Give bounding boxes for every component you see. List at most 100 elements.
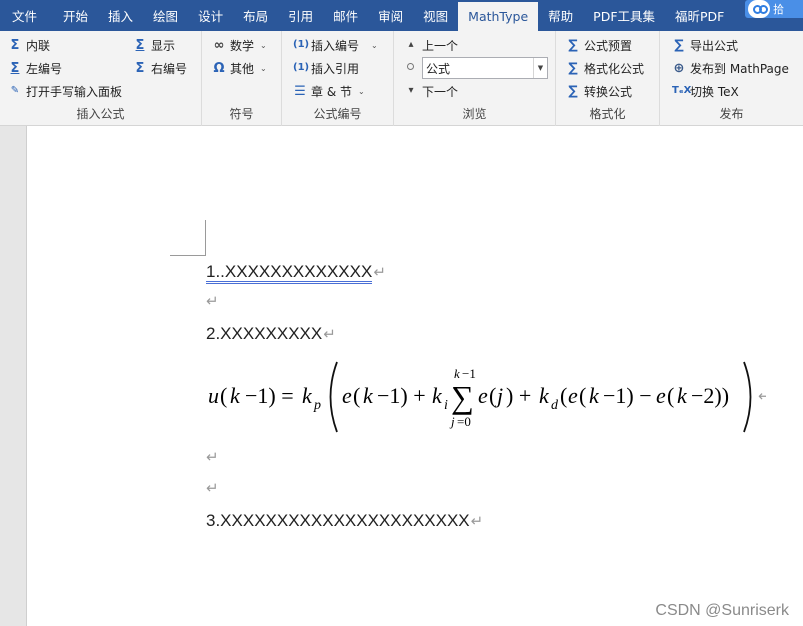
tab-view[interactable]: 视图 <box>413 0 458 31</box>
chevron-down-icon: ⌄ <box>358 86 365 96</box>
chevron-down-icon[interactable]: ▼ <box>533 58 547 78</box>
sigma-left-number-icon: Σ <box>10 60 20 76</box>
svg-text:−1) −: −1) − <box>603 383 652 408</box>
tab-mathtype[interactable]: MathType <box>458 2 539 31</box>
ribbon: Σ 内联 Σ 左编号 ✎ 打开手写输入面板 Σ 显示 Σ 右编号 插入公式 ∞ … <box>0 31 803 126</box>
left-numbered-label: 左编号 <box>26 61 63 76</box>
omega-icon: Ω <box>213 60 225 76</box>
cloud-icon <box>748 0 770 18</box>
list-icon: ☰ <box>294 83 306 99</box>
svg-text:k: k <box>230 383 241 408</box>
group-symbols: ∞ 数学 ⌄ Ω 其他 ⌄ 符号 <box>202 31 282 126</box>
chevron-down-icon: ⌄ <box>260 40 267 50</box>
svg-text:e: e <box>478 383 488 408</box>
handwriting-button[interactable]: ✎ 打开手写输入面板 <box>8 81 122 101</box>
other-symbols-dropdown[interactable]: Ω 其他 ⌄ <box>212 58 266 78</box>
convert-formula-icon: ∑ <box>568 83 578 99</box>
previous-label: 上一个 <box>422 38 459 53</box>
paragraph-3[interactable]: 3.XXXXXXXXXXXXXXXXXXXXXX↵ <box>206 511 483 531</box>
cloud-badge[interactable]: 拾 <box>745 0 803 18</box>
tab-review[interactable]: 审阅 <box>368 0 413 31</box>
tab-insert[interactable]: 插入 <box>98 0 143 31</box>
display-label: 显示 <box>151 38 176 53</box>
svg-text:(: ( <box>353 383 360 408</box>
pen-icon: ✎ <box>10 85 20 96</box>
previous-button[interactable]: ▴ 上一个 <box>404 35 458 55</box>
tab-file[interactable]: 文件 <box>0 0 53 31</box>
tab-references[interactable]: 引用 <box>278 0 323 31</box>
group-format: ∑ 公式预置 ∑ 格式化公式 ∑ 转换公式 格式化 <box>556 31 660 126</box>
vertical-ruler <box>0 126 26 626</box>
chapter-section-dropdown[interactable]: ☰ 章 & 节 ⌄ <box>293 81 365 101</box>
insert-number-dropdown[interactable]: (1) 插入编号 ⌄ <box>293 35 378 55</box>
svg-text:j: j <box>449 414 455 429</box>
group-publish: ∑ 导出公式 ⊕ 发布到 MathPage TₑX 切换 TeX 发布 <box>660 31 803 126</box>
svg-text:∑: ∑ <box>451 379 474 415</box>
group-formula-number: (1) 插入编号 ⌄ (1) 插入引用 ☰ 章 & 节 ⌄ 公式编号 <box>282 31 394 126</box>
right-numbered-label: 右编号 <box>151 61 188 76</box>
svg-text:−2)): −2)) <box>691 383 729 408</box>
group-label-insert-formula: 插入公式 <box>76 107 125 121</box>
tab-design[interactable]: 设计 <box>188 0 233 31</box>
tab-pdf-tools[interactable]: PDF工具集 <box>583 0 665 31</box>
number-icon: (1) <box>293 39 310 50</box>
inline-button[interactable]: Σ 内联 <box>8 35 50 55</box>
formula-preset-label: 公式预置 <box>584 38 633 53</box>
tab-layout[interactable]: 布局 <box>233 0 278 31</box>
svg-text:(: ( <box>489 383 496 408</box>
empty-paragraph-mark: ↵ <box>206 480 219 497</box>
math-symbols-label: 数学 <box>230 38 255 53</box>
group-label-browse: 浏览 <box>462 107 487 121</box>
insert-number-label: 插入编号 <box>311 38 360 53</box>
toggle-tex-button[interactable]: TₑX 切换 TeX <box>672 81 739 101</box>
export-icon: ∑ <box>674 37 684 53</box>
format-formula-label: 格式化公式 <box>584 61 645 76</box>
browse-type-select[interactable]: 公式 ▼ <box>422 57 548 79</box>
left-numbered-button[interactable]: Σ 左编号 <box>8 58 62 78</box>
tab-draw[interactable]: 绘图 <box>143 0 188 31</box>
right-numbered-button[interactable]: Σ 右编号 <box>133 58 187 78</box>
infinity-icon: ∞ <box>213 37 225 53</box>
svg-text:d: d <box>551 398 559 413</box>
tab-help[interactable]: 帮助 <box>538 0 583 31</box>
export-formula-button[interactable]: ∑ 导出公式 <box>672 35 738 55</box>
svg-text:) +: ) + <box>506 383 531 408</box>
chapter-section-label: 章 & 节 <box>311 84 352 99</box>
equation-object[interactable]: u ( k −1) = k p e ( k −1) + k i k −1 ∑ j… <box>206 356 771 438</box>
paragraph-mark: ↵ <box>373 264 386 281</box>
format-formula-button[interactable]: ∑ 格式化公式 <box>566 58 644 78</box>
insert-reference-button[interactable]: (1) 插入引用 <box>293 58 359 78</box>
svg-text:=0: =0 <box>457 414 471 429</box>
tab-mailings[interactable]: 邮件 <box>323 0 368 31</box>
globe-icon: ⊕ <box>673 60 685 76</box>
math-symbols-dropdown[interactable]: ∞ 数学 ⌄ <box>212 35 267 55</box>
empty-paragraph-mark: ↵ <box>206 449 219 466</box>
svg-text:k: k <box>539 383 550 408</box>
formula-preset-button[interactable]: ∑ 公式预置 <box>566 35 632 55</box>
circle-icon <box>407 63 414 70</box>
crop-mark-vertical <box>205 220 206 256</box>
svg-text:k: k <box>432 383 443 408</box>
menu-bar: 文件 开始 插入 绘图 设计 布局 引用 邮件 审阅 视图 MathType 帮… <box>0 0 803 31</box>
handwriting-label: 打开手写输入面板 <box>26 84 123 99</box>
convert-formula-button[interactable]: ∑ 转换公式 <box>566 81 632 101</box>
paragraph-2[interactable]: 2.XXXXXXXXX↵ <box>206 324 336 344</box>
svg-text:k: k <box>589 383 600 408</box>
format-formula-icon: ∑ <box>568 60 578 76</box>
display-button[interactable]: Σ 显示 <box>133 35 175 55</box>
svg-text:(: ( <box>579 383 586 408</box>
tab-home[interactable]: 开始 <box>53 0 98 31</box>
svg-text:u: u <box>208 383 219 408</box>
paragraph-1[interactable]: 1..XXXXXXXXXXXXX↵ <box>206 262 386 284</box>
tab-foxit-pdf[interactable]: 福昕PDF <box>665 0 734 31</box>
svg-text:k: k <box>677 383 688 408</box>
cloud-badge-text: 拾 <box>773 3 784 16</box>
svg-text:k: k <box>363 383 374 408</box>
chevron-down-icon: ⌄ <box>371 40 378 50</box>
sigma-right-number-icon: Σ <box>135 60 145 76</box>
paragraph-3-text: 3.XXXXXXXXXXXXXXXXXXXXXX <box>206 511 470 530</box>
convert-formula-label: 转换公式 <box>584 84 633 99</box>
next-button[interactable]: ▾ 下一个 <box>404 81 458 101</box>
publish-mathpage-button[interactable]: ⊕ 发布到 MathPage <box>672 58 789 78</box>
svg-text:↵: ↵ <box>758 389 766 405</box>
